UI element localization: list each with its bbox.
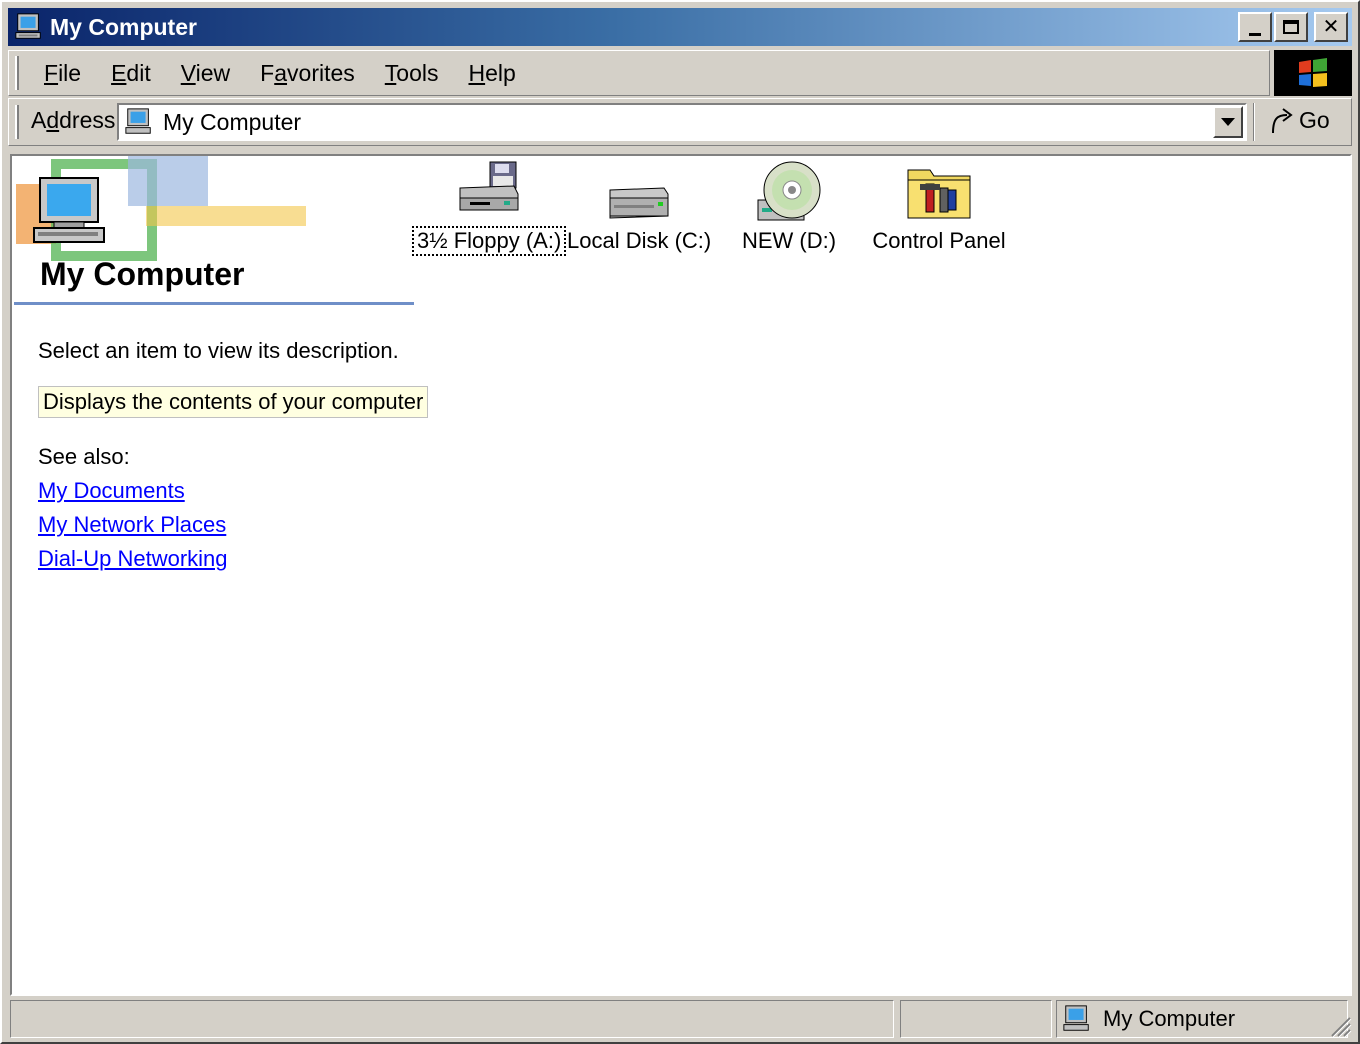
address-dropdown-button[interactable] — [1213, 106, 1243, 138]
explorer-window: My Computer ✕ File Edit View Favorites T… — [0, 0, 1360, 1044]
item-label: Local Disk (C:) — [567, 228, 712, 253]
window-title: My Computer — [50, 13, 197, 40]
title-bar[interactable]: My Computer ✕ — [8, 8, 1352, 46]
menu-favorites[interactable]: Favorites — [245, 60, 370, 87]
link-my-documents[interactable]: My Documents — [38, 478, 185, 504]
control-panel-icon — [907, 169, 971, 219]
maximize-icon — [1283, 20, 1299, 34]
minimize-button[interactable] — [1238, 12, 1272, 42]
close-icon: ✕ — [1322, 16, 1340, 38]
status-pane-message — [10, 1000, 894, 1038]
windows-logo-throbber — [1274, 50, 1352, 96]
toolbar-grip[interactable] — [15, 56, 19, 90]
toolbar-grip[interactable] — [15, 105, 19, 139]
item-label: 3½ Floppy (A:) — [411, 226, 567, 256]
link-dial-up-networking[interactable]: Dial-Up Networking — [38, 546, 228, 572]
content-pane: My Computer Select an item to view its d… — [10, 154, 1352, 996]
go-label: Go — [1299, 106, 1330, 133]
item-label: NEW (D:) — [741, 228, 837, 253]
menu-bar: File Edit View Favorites Tools Help — [8, 50, 1270, 96]
go-button[interactable]: Go — [1267, 105, 1330, 135]
hard-disk-icon — [609, 187, 669, 219]
info-instruction: Select an item to view its description. — [38, 338, 399, 363]
status-bar: My Computer — [8, 1000, 1352, 1038]
item-label: Control Panel — [872, 228, 1006, 253]
floppy-drive-icon — [459, 161, 519, 211]
info-description-box: Displays the contents of your computer — [38, 386, 429, 418]
address-label: Address — [31, 107, 116, 133]
item-control-panel[interactable]: Control Panel — [864, 160, 1014, 254]
status-pane-zone: My Computer — [1056, 1000, 1348, 1038]
item-cd-drive[interactable]: NEW (D:) — [714, 160, 864, 254]
computer-monitor-icon — [33, 177, 105, 243]
my-computer-banner-graphic — [16, 156, 306, 261]
my-computer-icon — [1063, 1005, 1089, 1031]
menu-file[interactable]: File — [29, 60, 96, 87]
divider — [14, 302, 414, 305]
my-computer-icon — [125, 108, 151, 134]
my-computer-icon — [15, 13, 41, 39]
menu-tools[interactable]: Tools — [370, 60, 454, 87]
menu-view[interactable]: View — [166, 60, 245, 87]
item-local-disk[interactable]: Local Disk (C:) — [564, 160, 714, 254]
maximize-button[interactable] — [1274, 12, 1308, 42]
menu-edit[interactable]: Edit — [96, 60, 166, 87]
address-bar: Address My Computer Go — [8, 98, 1352, 146]
close-button[interactable]: ✕ — [1314, 12, 1348, 42]
go-arrow-icon — [1272, 108, 1293, 134]
status-zone-label: My Computer — [1103, 1006, 1236, 1031]
minimize-icon — [1249, 32, 1261, 36]
cd-drive-icon — [757, 161, 821, 221]
info-panel-title: My Computer — [40, 256, 245, 292]
windows-flag-icon — [1299, 58, 1327, 87]
address-value: My Computer — [163, 108, 302, 135]
menu-help[interactable]: Help — [453, 60, 530, 87]
resize-grip-icon[interactable] — [1328, 1014, 1352, 1038]
link-my-network-places[interactable]: My Network Places — [38, 512, 226, 538]
see-also-label: See also: — [38, 444, 130, 469]
chevron-down-icon — [1221, 118, 1235, 126]
address-input[interactable]: My Computer — [117, 103, 1247, 141]
item-floppy-drive[interactable]: 3½ Floppy (A:) — [411, 160, 567, 256]
separator — [1253, 103, 1255, 141]
status-pane-size — [900, 1000, 1052, 1038]
